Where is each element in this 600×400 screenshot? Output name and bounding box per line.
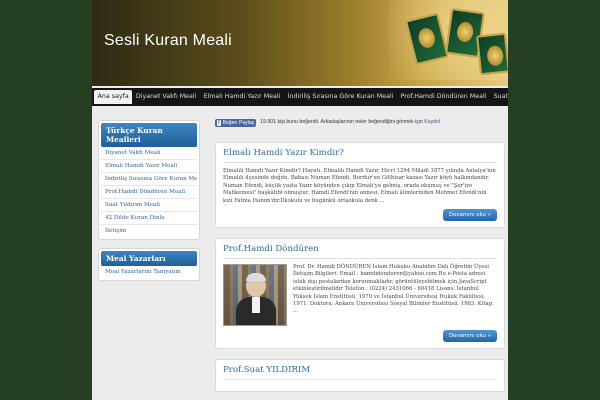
post-title[interactable]: Prof.Suat YILDIRIM	[223, 365, 497, 381]
main-nav: Ana sayfa Diyanet Vakfı Meali Elmalı Ham…	[92, 88, 508, 106]
facebook-icon: f	[217, 120, 221, 126]
widget-title: Meal Yazarları	[101, 251, 197, 266]
post-card: Elmalı Hamdi Yazır Kimdir? Elmalılı Hamd…	[215, 142, 505, 229]
facebook-like-button[interactable]: f Beğen Paylaş	[215, 119, 257, 127]
nav-item-indirilis[interactable]: İndiriliş Sırasına Göre Kuran Meali	[284, 90, 397, 104]
read-more-button[interactable]: Devamını oku »	[442, 209, 497, 222]
nav-item-diyanet[interactable]: Diyanet Vakfı Meali	[132, 90, 200, 104]
post-actions: Devamını oku »	[223, 330, 497, 343]
sidebar-link-suat[interactable]: Suat Yıldırım Meali	[101, 199, 197, 212]
facebook-like-text: 19.901 kişi bunu beğendi. Arkadaşlarının…	[260, 119, 441, 125]
post-title[interactable]: Elmalı Hamdi Yazır Kimdir?	[223, 148, 497, 163]
widget-translations: Türkçe Kuran Mealleri Diyanet Vakfı Meal…	[98, 120, 200, 240]
signup-link[interactable]: Kaydol.	[424, 119, 441, 125]
sidebar: Türkçe Kuran Mealleri Diyanet Vakfı Meal…	[98, 120, 200, 289]
background-left	[0, 0, 92, 400]
like-count-text: 19.901 kişi bunu beğendi.	[260, 119, 320, 125]
nav-item-suat[interactable]: Suat Yıldırım Meali	[490, 90, 508, 104]
quran-book-image	[475, 32, 508, 76]
nav-item-elmali[interactable]: Elmalı Hamdi Yazır Meali	[200, 90, 284, 104]
sidebar-link-donduren[interactable]: Prof.Hamdi Döndüren Meali	[101, 186, 197, 199]
author-photo	[223, 264, 287, 327]
sidebar-link-elmali[interactable]: Elmalı Hamdi Yazır Meali	[101, 160, 197, 173]
like-label: Beğen	[222, 120, 238, 126]
sidebar-link-indirilis[interactable]: İndiriliş Sırasına Göre Kuran Meali	[101, 173, 197, 186]
page-container: Sesli Kuran Meali Ana sayfa Diyanet Vakf…	[92, 0, 508, 400]
sidebar-link-contact[interactable]: İletişim	[101, 225, 197, 237]
post-card: Prof.Suat YILDIRIM	[215, 359, 505, 393]
site-title[interactable]: Sesli Kuran Meali	[104, 32, 232, 50]
post-title[interactable]: Prof.Hamdi Döndüren	[223, 244, 497, 260]
site-header: Sesli Kuran Meali	[92, 0, 508, 86]
post-actions: Devamını oku »	[223, 209, 497, 222]
post-body-row: Prof. Dr. Hamdi DÖNDÜREN İslam Hukuku An…	[223, 264, 497, 327]
sidebar-link-diyanet[interactable]: Diyanet Vakfı Meali	[101, 147, 197, 160]
like-prompt-text: Arkadaşlarının neler beğendiğini görmek …	[320, 119, 423, 125]
sidebar-link-authors[interactable]: Meal Yazarlarını Tanıyalım	[101, 266, 197, 278]
background-right	[508, 0, 600, 400]
post-excerpt: Prof. Dr. Hamdi DÖNDÜREN İslam Hukuku An…	[293, 264, 494, 315]
main-content: f Beğen Paylaş 19.901 kişi bunu beğendi.…	[215, 119, 505, 400]
widget-list: Diyanet Vakfı Meali Elmalı Hamdi Yazır M…	[101, 147, 197, 237]
widget-list: Meal Yazarlarını Tanıyalım	[101, 266, 197, 278]
share-label: Paylaş	[239, 120, 255, 126]
facebook-like-box: f Beğen Paylaş 19.901 kişi bunu beğendi.…	[215, 119, 505, 136]
post-card: Prof.Hamdi Döndüren Prof. Dr. Hamdi DÖND…	[215, 238, 505, 350]
sidebar-link-42-languages[interactable]: 42 Dilde Kuran Dinle	[101, 212, 197, 225]
nav-item-donduren[interactable]: Prof.Hamdi Döndüren Meali	[397, 90, 490, 104]
post-excerpt: Elmalılı Hamdi Yazır Kimdir? Hayatı. Elm…	[223, 168, 496, 204]
read-more-button[interactable]: Devamını oku »	[442, 330, 497, 343]
widget-authors: Meal Yazarları Meal Yazarlarını Tanıyalı…	[98, 248, 200, 281]
widget-title: Türkçe Kuran Mealleri	[101, 123, 197, 147]
nav-item-home[interactable]: Ana sayfa	[94, 90, 133, 104]
